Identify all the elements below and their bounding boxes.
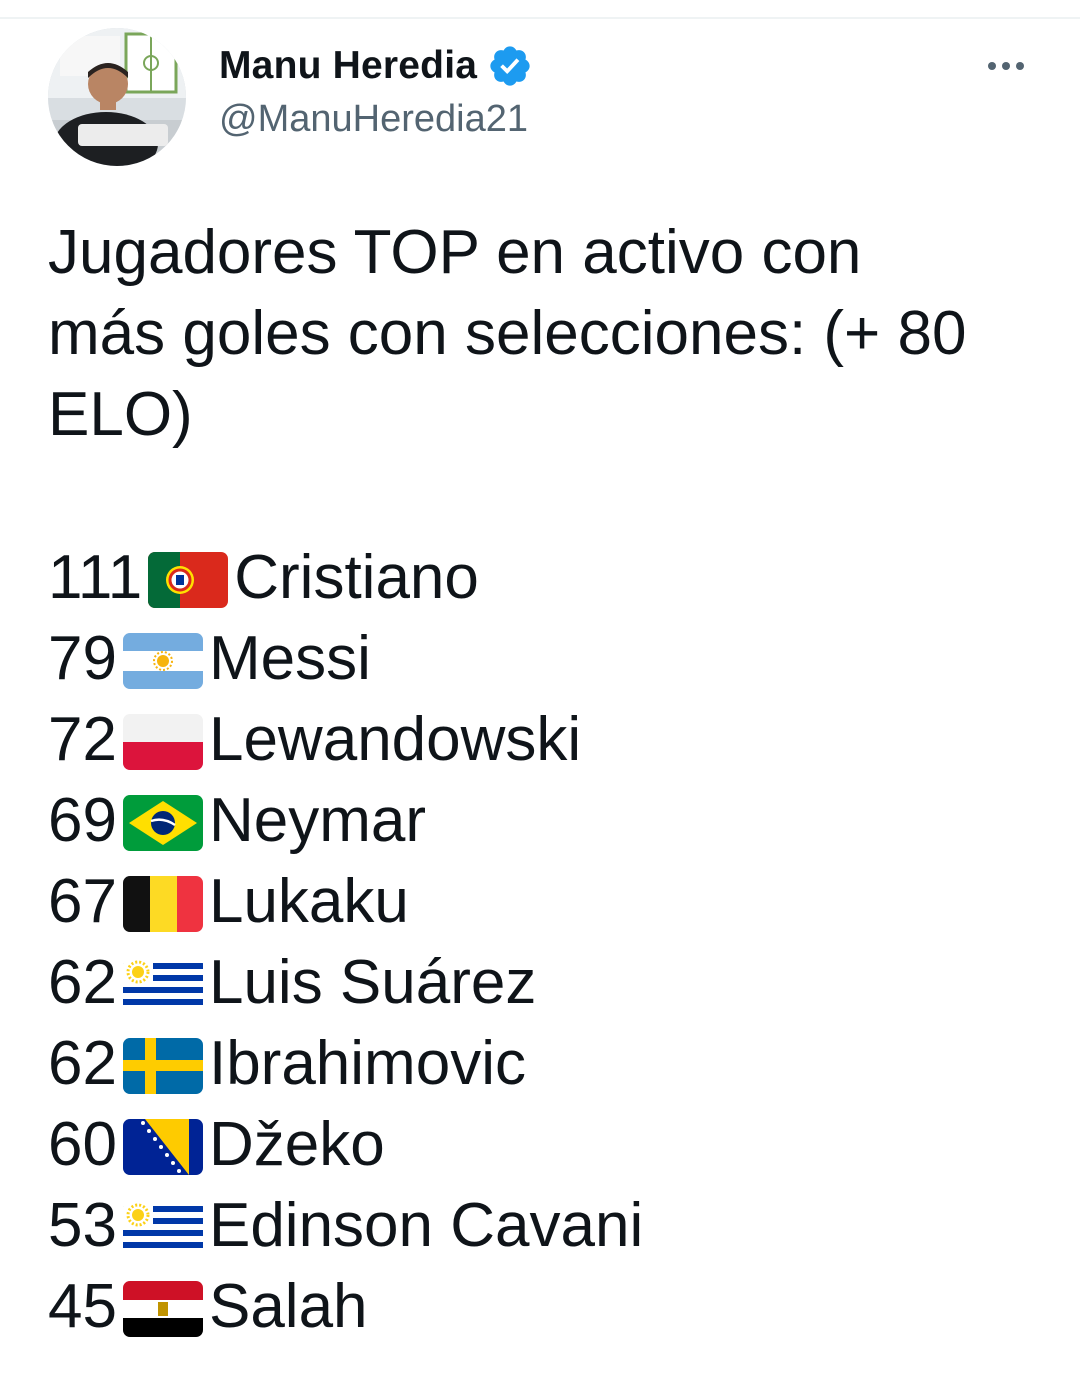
brazil-flag-icon	[122, 794, 203, 851]
avatar[interactable]	[48, 28, 186, 166]
ranking-player-name: Lukaku	[208, 867, 409, 936]
tweet-text-line: más goles con selecciones: (+ 80	[48, 299, 967, 368]
ranking-goals: 67	[48, 867, 117, 936]
ranking-row: 111 Cristiano	[48, 537, 1048, 618]
top-divider	[0, 17, 1080, 19]
ranking-player-name: Luis Suárez	[208, 948, 537, 1017]
more-dot	[1016, 62, 1024, 70]
tweet-text-line: ELO)	[48, 380, 193, 449]
more-horizontal-icon[interactable]	[982, 50, 1030, 82]
more-dot	[988, 62, 996, 70]
uruguay-flag-icon	[122, 1199, 203, 1256]
argentina-flag-icon	[122, 632, 203, 689]
sweden-flag-icon	[122, 1037, 203, 1094]
uruguay-flag-icon	[122, 956, 203, 1013]
ranking-player-name: Salah	[208, 1272, 368, 1341]
bosnia-flag-icon	[122, 1118, 203, 1175]
ranking-player-name: Džeko	[208, 1110, 385, 1179]
rankings-list: 111 Cristiano 79 Messi 72 Lewandowski 69…	[48, 537, 1048, 1347]
ranking-row: 62 Ibrahimovic	[48, 1023, 1048, 1104]
ranking-goals: 45	[48, 1272, 117, 1341]
ranking-player-name: Neymar	[208, 786, 426, 855]
tweet-text: Jugadores TOP en activo con más goles co…	[48, 212, 1048, 455]
ranking-row: 53 Edinson Cavani	[48, 1185, 1048, 1266]
author-handle[interactable]: @ManuHeredia21	[219, 98, 528, 141]
ranking-player-name: Ibrahimovic	[208, 1029, 526, 1098]
ranking-row: 69 Neymar	[48, 780, 1048, 861]
ranking-row: 67 Lukaku	[48, 861, 1048, 942]
ranking-goals: 62	[48, 1029, 117, 1098]
portugal-flag-icon	[148, 551, 229, 608]
avatar-photo	[48, 28, 186, 166]
ranking-row: 60 Džeko	[48, 1104, 1048, 1185]
ranking-goals: 79	[48, 624, 117, 693]
ranking-player-name: Edinson Cavani	[208, 1191, 644, 1260]
ranking-goals: 53	[48, 1191, 117, 1260]
author-display-name[interactable]: Manu Heredia	[219, 44, 477, 88]
ranking-row: 72 Lewandowski	[48, 699, 1048, 780]
ranking-row: 79 Messi	[48, 618, 1048, 699]
belgium-flag-icon	[122, 875, 203, 932]
verified-badge-icon	[487, 43, 533, 89]
ranking-goals: 72	[48, 705, 117, 774]
ranking-row: 62 Luis Suárez	[48, 942, 1048, 1023]
ranking-goals: 69	[48, 786, 117, 855]
ranking-goals: 111	[48, 543, 143, 612]
egypt-flag-icon	[122, 1280, 203, 1337]
ranking-row: 45 Salah	[48, 1266, 1048, 1347]
poland-flag-icon	[122, 713, 203, 770]
ranking-goals: 62	[48, 948, 117, 1017]
ranking-goals: 60	[48, 1110, 117, 1179]
ranking-player-name: Lewandowski	[208, 705, 582, 774]
tweet-text-line: Jugadores TOP en activo con	[48, 218, 862, 287]
more-dot	[1002, 62, 1010, 70]
ranking-player-name: Messi	[208, 624, 371, 693]
author-name-row: Manu Heredia	[219, 40, 533, 92]
ranking-player-name: Cristiano	[234, 543, 479, 612]
